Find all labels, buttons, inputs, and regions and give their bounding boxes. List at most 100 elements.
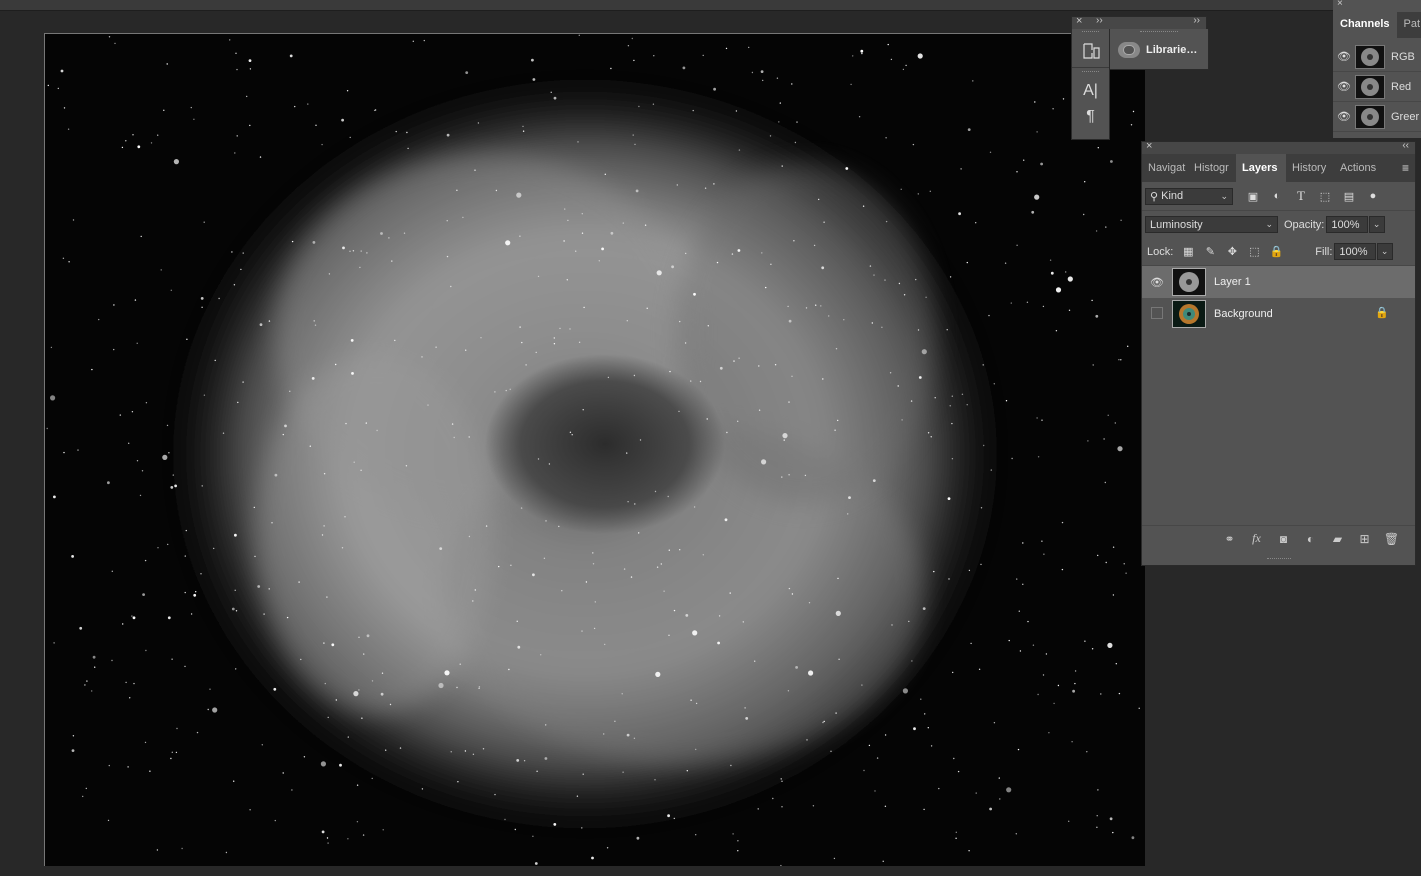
opacity-dropdown-button[interactable]: ⌄ [1369, 216, 1386, 233]
star [1010, 302, 1012, 304]
blend-mode-dropdown[interactable]: Luminosity ⌄ [1145, 216, 1278, 233]
floating-panel-header[interactable]: × ›› ›› [1071, 15, 1207, 30]
collapse-icon[interactable]: ›› [1096, 15, 1103, 26]
new-group-folder-icon[interactable]: ▰ [1324, 532, 1351, 546]
star [173, 159, 179, 165]
panel-resize-grip[interactable] [1267, 558, 1291, 563]
visibility-toggle-box[interactable] [1142, 306, 1172, 322]
collapse-icon[interactable]: ‹‹ [1402, 140, 1409, 151]
star [1045, 653, 1048, 655]
panel-grip[interactable] [1082, 31, 1099, 36]
panel-menu-icon[interactable]: ≡ [1402, 161, 1409, 175]
tab-history[interactable]: History [1286, 154, 1334, 182]
star [108, 764, 110, 767]
expand-icon[interactable]: ›› [1193, 15, 1200, 26]
star [456, 189, 458, 191]
star [884, 734, 887, 736]
add-mask-icon[interactable]: ◙ [1270, 532, 1297, 546]
filter-kind-dropdown[interactable]: ⚲ Kind ⌄ [1145, 187, 1233, 205]
tab-channels[interactable]: Channels [1333, 12, 1397, 38]
star [298, 581, 300, 583]
lock-all-icon[interactable]: 🔒 [1265, 245, 1287, 258]
star [738, 357, 740, 359]
star [921, 349, 927, 355]
star [207, 708, 209, 711]
star [582, 773, 584, 775]
star [812, 805, 815, 807]
star [990, 469, 992, 471]
filter-smart-object-icon[interactable]: ▤ [1337, 190, 1361, 203]
star [184, 591, 186, 594]
new-layer-icon[interactable]: ⊞ [1351, 532, 1378, 546]
layer-style-fx-icon[interactable]: fx [1243, 531, 1270, 546]
filter-toggle-icon[interactable]: ● [1361, 190, 1385, 202]
layers-panel-header[interactable]: × ‹‹ [1142, 140, 1415, 154]
visibility-eye-icon[interactable]: 👁 [1333, 110, 1355, 123]
star [813, 244, 816, 247]
filter-adjustment-icon[interactable]: ◐ [1265, 190, 1289, 202]
tab-actions[interactable]: Actions [1334, 154, 1384, 182]
fill-dropdown-button[interactable]: ⌄ [1377, 243, 1394, 260]
filter-type-icon[interactable]: T [1289, 188, 1313, 204]
delete-layer-trash-icon[interactable]: 🗑 [1378, 532, 1405, 546]
star [744, 707, 746, 709]
link-layers-icon[interactable]: ⚭ [1216, 532, 1243, 546]
filter-shape-icon[interactable]: ⬚ [1313, 190, 1337, 203]
visibility-eye-icon[interactable]: 👁 [1333, 50, 1355, 63]
star [927, 727, 929, 729]
layers-panel: × ‹‹ Navigat Histogr Layers History Acti… [1141, 140, 1416, 566]
filter-pixel-icon[interactable]: ▣ [1241, 190, 1265, 203]
panel-grip[interactable] [1140, 31, 1178, 36]
opacity-field[interactable]: 100% [1326, 216, 1369, 233]
paragraph-icon[interactable]: ¶ [1072, 104, 1109, 130]
layer-row-layer-1[interactable]: 👁 Layer 1 [1142, 266, 1415, 298]
panel-grip[interactable] [1082, 71, 1099, 76]
star [835, 348, 838, 350]
layer-row-background[interactable]: Background 🔒 [1142, 298, 1415, 330]
glyph-tool-icon[interactable] [1072, 38, 1109, 64]
star [787, 305, 789, 308]
lock-position-icon[interactable]: ✥ [1221, 245, 1243, 258]
libraries-panel-button[interactable]: Librarie… [1109, 29, 1209, 70]
tab-navigator[interactable]: Navigat [1142, 154, 1188, 182]
close-icon[interactable]: × [1076, 15, 1082, 27]
star [341, 118, 344, 122]
fill-field[interactable]: 100% [1334, 243, 1377, 260]
star [312, 241, 316, 244]
visibility-eye-icon[interactable]: 👁 [1142, 276, 1172, 289]
star [815, 304, 817, 306]
document-canvas[interactable] [44, 33, 1145, 866]
star [214, 359, 216, 362]
star [519, 235, 521, 237]
star [327, 842, 329, 844]
close-icon[interactable]: × [1146, 140, 1152, 152]
tab-layers[interactable]: Layers [1236, 154, 1286, 182]
channel-row-rgb[interactable]: 👁 RGB [1333, 42, 1421, 72]
lock-transparent-pixels-icon[interactable]: ▦ [1177, 245, 1199, 258]
character-icon[interactable]: A| [1072, 78, 1109, 104]
adjustment-layer-icon[interactable]: ◐ [1297, 532, 1324, 546]
star [946, 329, 948, 331]
star [834, 429, 836, 431]
search-icon: ⚲ [1150, 190, 1159, 203]
star [172, 474, 174, 476]
lock-artboard-icon[interactable]: ⬚ [1243, 245, 1265, 258]
lock-image-pixels-icon[interactable]: ✎ [1199, 245, 1221, 258]
tab-paths[interactable]: Pat [1397, 12, 1421, 38]
star [848, 496, 851, 499]
channel-row-green[interactable]: 👁 Greer [1333, 102, 1421, 132]
visibility-eye-icon[interactable]: 👁 [1333, 80, 1355, 93]
star [791, 593, 794, 595]
channel-row-red[interactable]: 👁 Red [1333, 72, 1421, 102]
channels-tab-bar: Channels Pat [1333, 12, 1421, 38]
tab-histogram[interactable]: Histogr [1188, 154, 1236, 182]
star [1016, 578, 1018, 580]
star [450, 751, 452, 753]
star [917, 53, 923, 59]
star [459, 663, 461, 665]
close-icon[interactable]: × [1337, 0, 1343, 9]
star [453, 436, 455, 439]
star [289, 54, 293, 58]
star [882, 860, 884, 862]
star [1040, 162, 1043, 166]
